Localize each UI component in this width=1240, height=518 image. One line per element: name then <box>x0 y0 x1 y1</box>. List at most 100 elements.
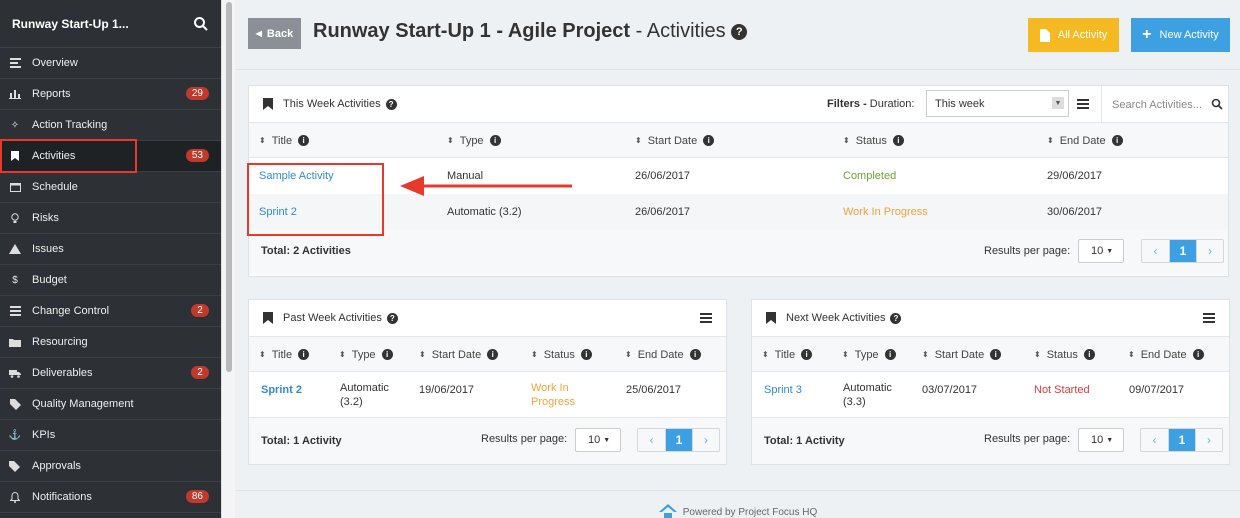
current-page[interactable]: 1 <box>1168 429 1195 451</box>
next-page-icon[interactable]: › <box>1196 240 1223 262</box>
next-page-icon[interactable]: › <box>1195 429 1222 451</box>
sidebar-item-approvals[interactable]: Approvals <box>0 451 221 482</box>
column-status[interactable]: ⬍ Status i <box>843 123 904 158</box>
next-page-icon[interactable]: › <box>692 429 719 451</box>
sidebar-item-label: Action Tracking <box>32 119 108 131</box>
info-icon: i <box>298 135 310 146</box>
column-label: Status <box>855 134 887 147</box>
type-line: Automatic <box>843 381 892 394</box>
sidebar-item-label: Budget <box>32 274 67 286</box>
scrollbar-thumb[interactable] <box>226 2 232 372</box>
project-name: Runway Start-Up 1... <box>12 16 129 31</box>
column-end-date[interactable]: ⬍ End Date i <box>1128 337 1204 372</box>
duration-select[interactable]: This week ▼ <box>926 90 1069 117</box>
panel-title: Past Week Activities <box>283 312 382 324</box>
column-end-date[interactable]: ⬍ End Date i <box>625 337 701 372</box>
column-start-date[interactable]: ⬍ Start Date i <box>419 337 499 372</box>
help-icon[interactable]: ? <box>385 98 397 110</box>
column-type[interactable]: ⬍ Type i <box>842 337 896 372</box>
panel-title: Next Week Activities <box>786 312 886 324</box>
column-label: Status <box>1046 348 1078 361</box>
activity-status: Work In Progress <box>531 372 575 417</box>
column-title[interactable]: ⬍ Title i <box>762 337 813 372</box>
sidebar-item-quality-management[interactable]: Quality Management <box>0 389 221 420</box>
menu-icon[interactable] <box>1077 99 1089 109</box>
list-icon <box>8 304 22 318</box>
sidebar-item-notifications[interactable]: Notifications 86 <box>0 482 221 513</box>
count-badge: 53 <box>185 149 209 162</box>
logo-icon <box>658 504 677 518</box>
column-type[interactable]: ⬍ Type i <box>339 337 393 372</box>
prev-page-icon[interactable]: ‹ <box>638 429 665 451</box>
menu-icon[interactable] <box>700 313 712 323</box>
powered-by-text[interactable]: Powered by Project Focus HQ <box>683 507 818 518</box>
sidebar-item-resourcing[interactable]: Resourcing <box>0 327 221 358</box>
all-activity-button[interactable]: All Activity <box>1028 18 1119 52</box>
sidebar-item-action-tracking[interactable]: ✧ Action Tracking <box>0 110 221 141</box>
sidebar-item-risks[interactable]: Risks <box>0 203 221 234</box>
sort-icon: ⬍ <box>762 350 769 359</box>
column-type[interactable]: ⬍ Type i <box>447 123 501 158</box>
column-start-date[interactable]: ⬍ Start Date i <box>922 337 1002 372</box>
status-line: Work In <box>531 381 569 394</box>
back-button[interactable]: ◀ Back <box>248 18 301 49</box>
column-label: End Date <box>1140 348 1187 361</box>
sort-icon: ⬍ <box>531 350 538 359</box>
pagination: ‹ 1 › <box>637 428 720 452</box>
sort-icon: ⬍ <box>339 350 346 359</box>
prev-page-icon[interactable]: ‹ <box>1141 429 1168 451</box>
sidebar-item-overview[interactable]: Overview <box>0 48 221 79</box>
menu-icon[interactable] <box>1203 313 1215 323</box>
search-icon[interactable] <box>193 16 209 32</box>
info-icon: i <box>689 349 701 360</box>
panel-footer: Total: 1 Activity Results per page: 10 ▼ … <box>752 417 1229 464</box>
help-icon[interactable]: ? <box>731 23 748 40</box>
column-label: Title <box>271 348 293 361</box>
current-page[interactable]: 1 <box>1169 240 1196 262</box>
table-header: ⬍ Title i ⬍ Type i ⬍ Start Date i ⬍ Status i ⬍ En… <box>752 337 1229 372</box>
sidebar-item-deliverables[interactable]: Deliverables 2 <box>0 358 221 389</box>
sidebar-item-kpis[interactable]: ⚓ KPIs <box>0 420 221 451</box>
activity-start-date: 26/06/2017 <box>635 170 691 182</box>
column-start-date[interactable]: ⬍ Start Date i <box>635 123 715 158</box>
results-per-page-select[interactable]: 10 ▼ <box>1078 428 1124 452</box>
sidebar-item-change-control[interactable]: Change Control 2 <box>0 296 221 327</box>
results-per-page-label: Results per page: <box>481 433 568 445</box>
column-end-date[interactable]: ⬍ End Date i <box>1047 123 1123 158</box>
activity-title-link[interactable]: Sprint 2 <box>261 372 302 408</box>
sidebar-item-reports[interactable]: Reports 29 <box>0 79 221 110</box>
column-label: End Date <box>637 348 684 361</box>
column-label: End Date <box>1059 134 1106 147</box>
sidebar-item-budget[interactable]: $ Budget <box>0 265 221 296</box>
results-per-page-select[interactable]: 10 ▼ <box>575 428 621 452</box>
prev-page-icon[interactable]: ‹ <box>1142 240 1169 262</box>
anchor-icon: ⚓ <box>8 429 22 441</box>
sidebar-item-activities[interactable]: Activities 53 <box>0 139 221 173</box>
current-page[interactable]: 1 <box>665 429 692 451</box>
column-status[interactable]: ⬍ Status i <box>531 337 592 372</box>
sidebar-item-issues[interactable]: Issues <box>0 234 221 265</box>
caret-down-icon: ▼ <box>1106 436 1114 444</box>
column-title[interactable]: ⬍ Title i <box>259 123 310 158</box>
new-activity-button[interactable]: + New Activity <box>1131 18 1230 52</box>
results-per-page-select[interactable]: 10 ▼ <box>1078 239 1124 263</box>
tag-icon <box>8 397 22 411</box>
help-icon[interactable]: ? <box>890 312 902 324</box>
sort-icon: ⬍ <box>625 350 632 359</box>
search-icon[interactable] <box>1211 98 1223 110</box>
column-status[interactable]: ⬍ Status i <box>1034 337 1095 372</box>
info-icon: i <box>1111 135 1123 146</box>
truck-icon <box>8 366 22 380</box>
sidebar-item-schedule[interactable]: Schedule <box>0 172 221 203</box>
sidebar-item-label: Issues <box>32 243 64 255</box>
help-icon[interactable]: ? <box>386 312 398 324</box>
project-switcher[interactable]: Runway Start-Up 1... <box>0 0 221 48</box>
new-activity-label: New Activity <box>1159 29 1219 41</box>
column-label: Type <box>351 348 376 361</box>
search-input[interactable]: Search Activities... <box>1101 86 1229 123</box>
column-title[interactable]: ⬍ Title i <box>259 337 310 372</box>
activity-title-link[interactable]: Sprint 3 <box>764 372 802 408</box>
all-activity-label: All Activity <box>1057 29 1108 41</box>
results-per-page-label: Results per page: <box>984 433 1071 445</box>
sidebar-scrollbar[interactable] <box>221 0 235 518</box>
